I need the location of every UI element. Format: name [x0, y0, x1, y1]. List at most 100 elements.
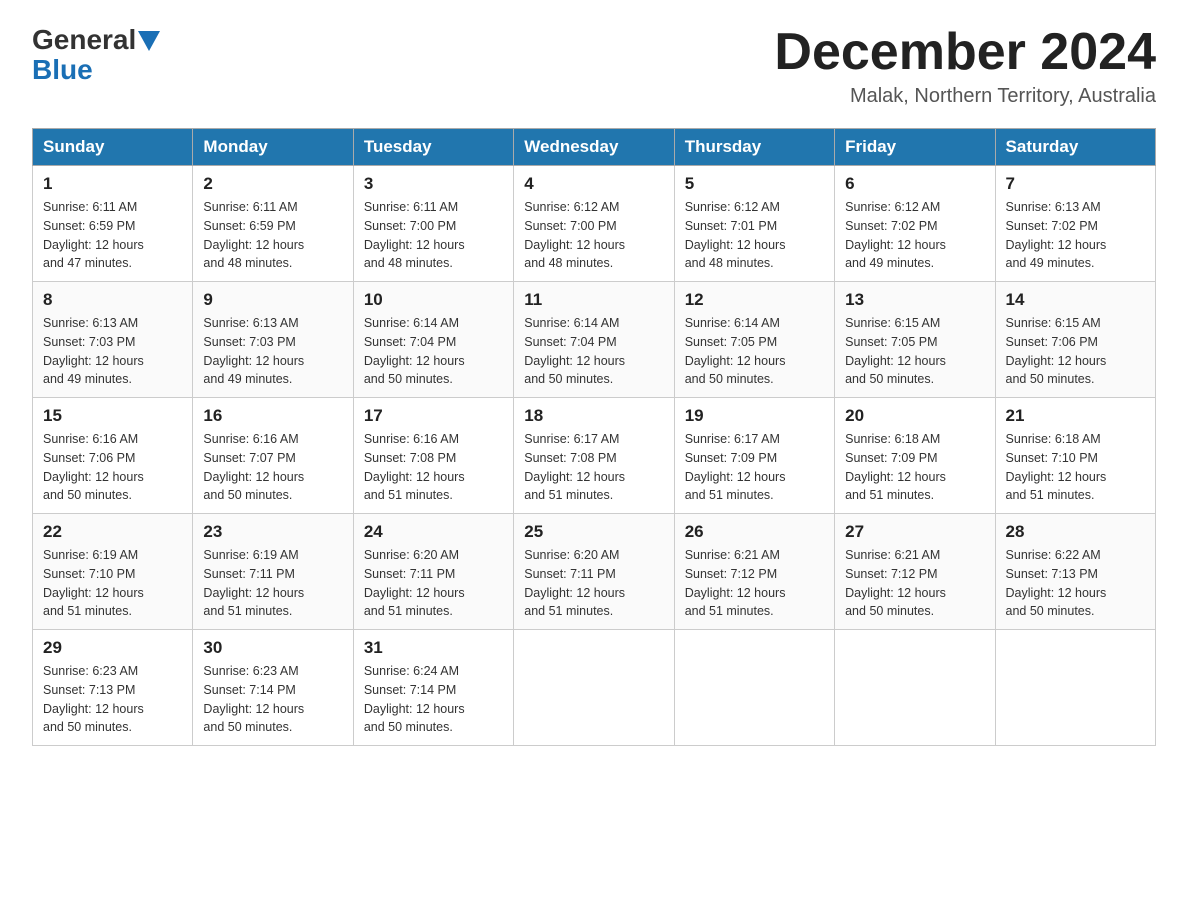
- calendar-cell: 1 Sunrise: 6:11 AMSunset: 6:59 PMDaylight…: [33, 166, 193, 282]
- calendar-table: SundayMondayTuesdayWednesdayThursdayFrid…: [32, 128, 1156, 746]
- day-info: Sunrise: 6:13 AMSunset: 7:03 PMDaylight:…: [43, 314, 182, 389]
- weekday-header-thursday: Thursday: [674, 129, 834, 166]
- weekday-header-sunday: Sunday: [33, 129, 193, 166]
- day-number: 12: [685, 290, 824, 310]
- calendar-cell: [835, 630, 995, 746]
- calendar-week-row: 1 Sunrise: 6:11 AMSunset: 6:59 PMDaylight…: [33, 166, 1156, 282]
- day-info: Sunrise: 6:16 AMSunset: 7:07 PMDaylight:…: [203, 430, 342, 505]
- calendar-cell: 4 Sunrise: 6:12 AMSunset: 7:00 PMDaylight…: [514, 166, 674, 282]
- day-info: Sunrise: 6:20 AMSunset: 7:11 PMDaylight:…: [364, 546, 503, 621]
- calendar-cell: [514, 630, 674, 746]
- calendar-cell: [995, 630, 1155, 746]
- calendar-cell: 18 Sunrise: 6:17 AMSunset: 7:08 PMDayligh…: [514, 398, 674, 514]
- calendar-week-row: 8 Sunrise: 6:13 AMSunset: 7:03 PMDaylight…: [33, 282, 1156, 398]
- calendar-cell: 24 Sunrise: 6:20 AMSunset: 7:11 PMDayligh…: [353, 514, 513, 630]
- calendar-cell: 13 Sunrise: 6:15 AMSunset: 7:05 PMDayligh…: [835, 282, 995, 398]
- day-info: Sunrise: 6:16 AMSunset: 7:08 PMDaylight:…: [364, 430, 503, 505]
- day-info: Sunrise: 6:12 AMSunset: 7:02 PMDaylight:…: [845, 198, 984, 273]
- day-number: 30: [203, 638, 342, 658]
- weekday-header-saturday: Saturday: [995, 129, 1155, 166]
- day-number: 10: [364, 290, 503, 310]
- day-info: Sunrise: 6:11 AMSunset: 7:00 PMDaylight:…: [364, 198, 503, 273]
- calendar-cell: 21Sunrise: 6:18 AMSunset: 7:10 PMDayligh…: [995, 398, 1155, 514]
- day-info: Sunrise: 6:23 AMSunset: 7:13 PMDaylight:…: [43, 662, 182, 737]
- weekday-header-friday: Friday: [835, 129, 995, 166]
- day-number: 16: [203, 406, 342, 426]
- day-info: Sunrise: 6:15 AMSunset: 7:05 PMDaylight:…: [845, 314, 984, 389]
- day-info: Sunrise: 6:13 AMSunset: 7:03 PMDaylight:…: [203, 314, 342, 389]
- calendar-cell: 11 Sunrise: 6:14 AMSunset: 7:04 PMDayligh…: [514, 282, 674, 398]
- month-title: December 2024: [774, 24, 1156, 81]
- day-number: 27: [845, 522, 984, 542]
- calendar-cell: 3 Sunrise: 6:11 AMSunset: 7:00 PMDaylight…: [353, 166, 513, 282]
- day-number: 3: [364, 174, 503, 194]
- calendar-cell: 27 Sunrise: 6:21 AMSunset: 7:12 PMDayligh…: [835, 514, 995, 630]
- day-info: Sunrise: 6:18 AMSunset: 7:10 PMDaylight:…: [1006, 430, 1145, 505]
- day-number: 28: [1006, 522, 1145, 542]
- day-number: 4: [524, 174, 663, 194]
- day-info: Sunrise: 6:19 AMSunset: 7:11 PMDaylight:…: [203, 546, 342, 621]
- day-number: 20: [845, 406, 984, 426]
- day-number: 17: [364, 406, 503, 426]
- day-info: Sunrise: 6:20 AMSunset: 7:11 PMDaylight:…: [524, 546, 663, 621]
- day-info: Sunrise: 6:17 AMSunset: 7:09 PMDaylight:…: [685, 430, 824, 505]
- calendar-cell: 17 Sunrise: 6:16 AMSunset: 7:08 PMDayligh…: [353, 398, 513, 514]
- calendar-week-row: 29Sunrise: 6:23 AMSunset: 7:13 PMDayligh…: [33, 630, 1156, 746]
- day-info: Sunrise: 6:14 AMSunset: 7:05 PMDaylight:…: [685, 314, 824, 389]
- day-number: 2: [203, 174, 342, 194]
- logo-blue-text: Blue: [32, 54, 93, 86]
- day-info: Sunrise: 6:17 AMSunset: 7:08 PMDaylight:…: [524, 430, 663, 505]
- logo-general-text: General: [32, 24, 136, 56]
- day-info: Sunrise: 6:11 AMSunset: 6:59 PMDaylight:…: [43, 198, 182, 273]
- day-info: Sunrise: 6:24 AMSunset: 7:14 PMDaylight:…: [364, 662, 503, 737]
- calendar-cell: 23Sunrise: 6:19 AMSunset: 7:11 PMDayligh…: [193, 514, 353, 630]
- calendar-cell: 6 Sunrise: 6:12 AMSunset: 7:02 PMDaylight…: [835, 166, 995, 282]
- day-info: Sunrise: 6:15 AMSunset: 7:06 PMDaylight:…: [1006, 314, 1145, 389]
- day-number: 22: [43, 522, 182, 542]
- calendar-cell: 2Sunrise: 6:11 AMSunset: 6:59 PMDaylight…: [193, 166, 353, 282]
- weekday-header-monday: Monday: [193, 129, 353, 166]
- day-info: Sunrise: 6:14 AMSunset: 7:04 PMDaylight:…: [524, 314, 663, 389]
- calendar-week-row: 22 Sunrise: 6:19 AMSunset: 7:10 PMDayligh…: [33, 514, 1156, 630]
- calendar-cell: 19 Sunrise: 6:17 AMSunset: 7:09 PMDayligh…: [674, 398, 834, 514]
- day-number: 14: [1006, 290, 1145, 310]
- day-number: 18: [524, 406, 663, 426]
- day-number: 25: [524, 522, 663, 542]
- day-number: 9: [203, 290, 342, 310]
- day-info: Sunrise: 6:13 AMSunset: 7:02 PMDaylight:…: [1006, 198, 1145, 273]
- day-info: Sunrise: 6:18 AMSunset: 7:09 PMDaylight:…: [845, 430, 984, 505]
- calendar-cell: 28 Sunrise: 6:22 AMSunset: 7:13 PMDayligh…: [995, 514, 1155, 630]
- calendar-cell: 25 Sunrise: 6:20 AMSunset: 7:11 PMDayligh…: [514, 514, 674, 630]
- day-info: Sunrise: 6:23 AMSunset: 7:14 PMDaylight:…: [203, 662, 342, 737]
- day-number: 1: [43, 174, 182, 194]
- day-info: Sunrise: 6:21 AMSunset: 7:12 PMDaylight:…: [685, 546, 824, 621]
- day-number: 15: [43, 406, 182, 426]
- day-number: 24: [364, 522, 503, 542]
- day-info: Sunrise: 6:12 AMSunset: 7:00 PMDaylight:…: [524, 198, 663, 273]
- calendar-cell: 7Sunrise: 6:13 AMSunset: 7:02 PMDaylight…: [995, 166, 1155, 282]
- calendar-week-row: 15Sunrise: 6:16 AMSunset: 7:06 PMDayligh…: [33, 398, 1156, 514]
- day-number: 6: [845, 174, 984, 194]
- location-subtitle: Malak, Northern Territory, Australia: [774, 85, 1156, 108]
- calendar-cell: 12 Sunrise: 6:14 AMSunset: 7:05 PMDayligh…: [674, 282, 834, 398]
- day-number: 5: [685, 174, 824, 194]
- day-number: 13: [845, 290, 984, 310]
- day-number: 8: [43, 290, 182, 310]
- day-info: Sunrise: 6:22 AMSunset: 7:13 PMDaylight:…: [1006, 546, 1145, 621]
- day-info: Sunrise: 6:14 AMSunset: 7:04 PMDaylight:…: [364, 314, 503, 389]
- calendar-cell: 9 Sunrise: 6:13 AMSunset: 7:03 PMDaylight…: [193, 282, 353, 398]
- weekday-header-row: SundayMondayTuesdayWednesdayThursdayFrid…: [33, 129, 1156, 166]
- day-info: Sunrise: 6:21 AMSunset: 7:12 PMDaylight:…: [845, 546, 984, 621]
- calendar-cell: 15Sunrise: 6:16 AMSunset: 7:06 PMDayligh…: [33, 398, 193, 514]
- calendar-cell: 22 Sunrise: 6:19 AMSunset: 7:10 PMDayligh…: [33, 514, 193, 630]
- logo-arrow-icon: [138, 31, 160, 51]
- calendar-cell: 29Sunrise: 6:23 AMSunset: 7:13 PMDayligh…: [33, 630, 193, 746]
- day-number: 19: [685, 406, 824, 426]
- day-info: Sunrise: 6:19 AMSunset: 7:10 PMDaylight:…: [43, 546, 182, 621]
- day-number: 11: [524, 290, 663, 310]
- calendar-cell: 26Sunrise: 6:21 AMSunset: 7:12 PMDayligh…: [674, 514, 834, 630]
- calendar-cell: 31Sunrise: 6:24 AMSunset: 7:14 PMDayligh…: [353, 630, 513, 746]
- calendar-cell: 30 Sunrise: 6:23 AMSunset: 7:14 PMDayligh…: [193, 630, 353, 746]
- calendar-cell: 8 Sunrise: 6:13 AMSunset: 7:03 PMDaylight…: [33, 282, 193, 398]
- weekday-header-tuesday: Tuesday: [353, 129, 513, 166]
